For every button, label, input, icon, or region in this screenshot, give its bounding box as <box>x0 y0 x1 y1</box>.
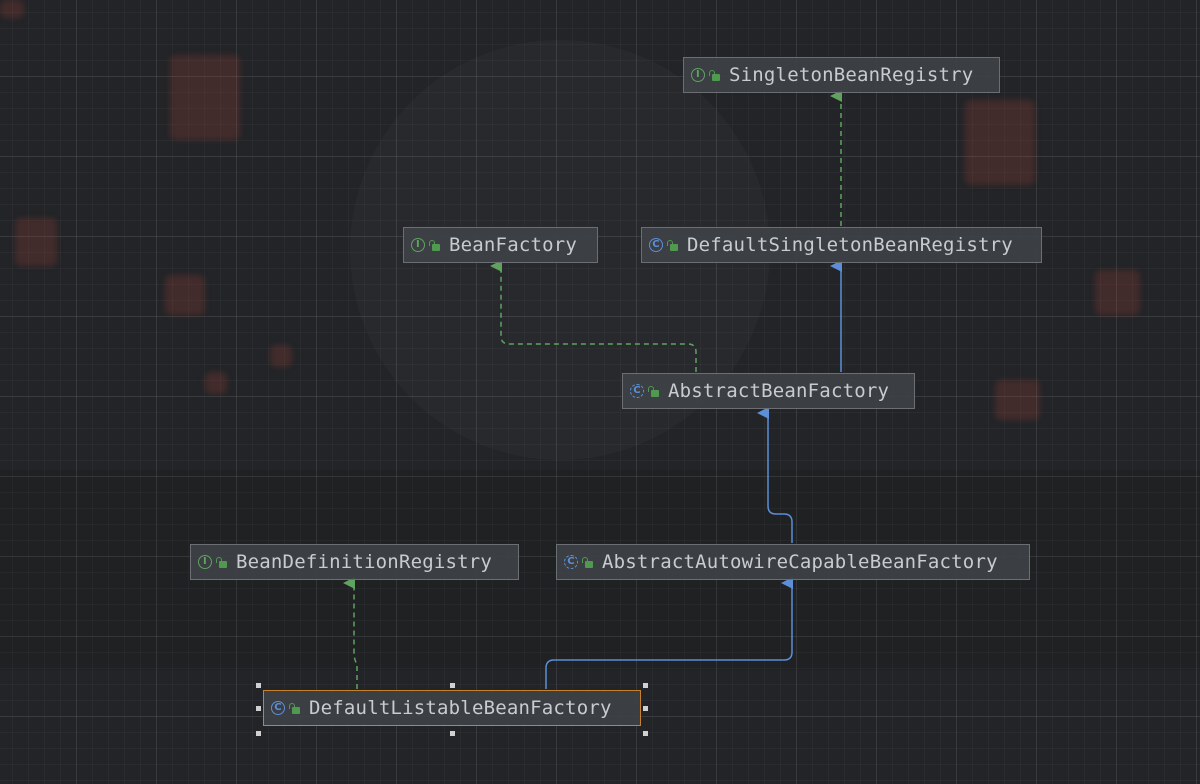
interface-icon: I <box>198 555 212 569</box>
diagram-canvas[interactable]: I SingletonBeanRegistry I BeanFactory C … <box>0 0 1200 784</box>
resize-handle[interactable] <box>256 731 261 736</box>
node-label: BeanFactory <box>449 234 578 256</box>
abstract-class-icon: C <box>564 555 578 569</box>
edge-extends-abstract-autowire-capable-bean-factory[interactable] <box>545 577 793 689</box>
resize-handle[interactable] <box>643 683 648 688</box>
public-access-icon <box>648 385 660 397</box>
edges-layer <box>343 90 842 689</box>
resize-handle[interactable] <box>450 683 455 688</box>
edge-implements-bean-factory[interactable] <box>490 260 697 372</box>
resize-handle[interactable] <box>450 731 455 736</box>
public-access-icon <box>709 69 721 81</box>
interface-icon: I <box>411 238 425 252</box>
interface-icon: I <box>691 68 705 82</box>
public-access-icon <box>289 702 301 714</box>
node-abstract-autowire-capable-bean-factory[interactable]: C AbstractAutowireCapableBeanFactory <box>556 544 1030 580</box>
class-icon: C <box>649 238 663 252</box>
resize-handle[interactable] <box>256 706 261 711</box>
node-abstract-bean-factory[interactable]: C AbstractBeanFactory <box>622 373 915 409</box>
node-label: DefaultListableBeanFactory <box>309 697 612 719</box>
node-label: SingletonBeanRegistry <box>729 64 974 86</box>
node-bean-factory[interactable]: I BeanFactory <box>403 227 598 263</box>
class-icon: C <box>271 701 285 715</box>
node-label: AbstractBeanFactory <box>668 380 890 402</box>
public-access-icon <box>216 556 228 568</box>
public-access-icon <box>582 556 594 568</box>
public-access-icon <box>429 239 441 251</box>
edge-implements-bean-definition-registry[interactable] <box>343 577 358 689</box>
resize-handle[interactable] <box>643 706 648 711</box>
resize-handle[interactable] <box>256 683 261 688</box>
node-default-singleton-bean-registry[interactable]: C DefaultSingletonBeanRegistry <box>641 227 1042 263</box>
abstract-class-icon: C <box>630 384 644 398</box>
node-default-listable-bean-factory[interactable]: C DefaultListableBeanFactory <box>263 690 641 726</box>
node-label: DefaultSingletonBeanRegistry <box>687 234 1013 256</box>
public-access-icon <box>667 239 679 251</box>
node-singleton-bean-registry[interactable]: I SingletonBeanRegistry <box>683 57 1000 93</box>
node-bean-definition-registry[interactable]: I BeanDefinitionRegistry <box>190 544 519 580</box>
node-label: BeanDefinitionRegistry <box>236 551 493 573</box>
edge-extends-abstract-bean-factory[interactable] <box>757 407 793 543</box>
node-label: AbstractAutowireCapableBeanFactory <box>602 551 998 573</box>
resize-handle[interactable] <box>643 731 648 736</box>
